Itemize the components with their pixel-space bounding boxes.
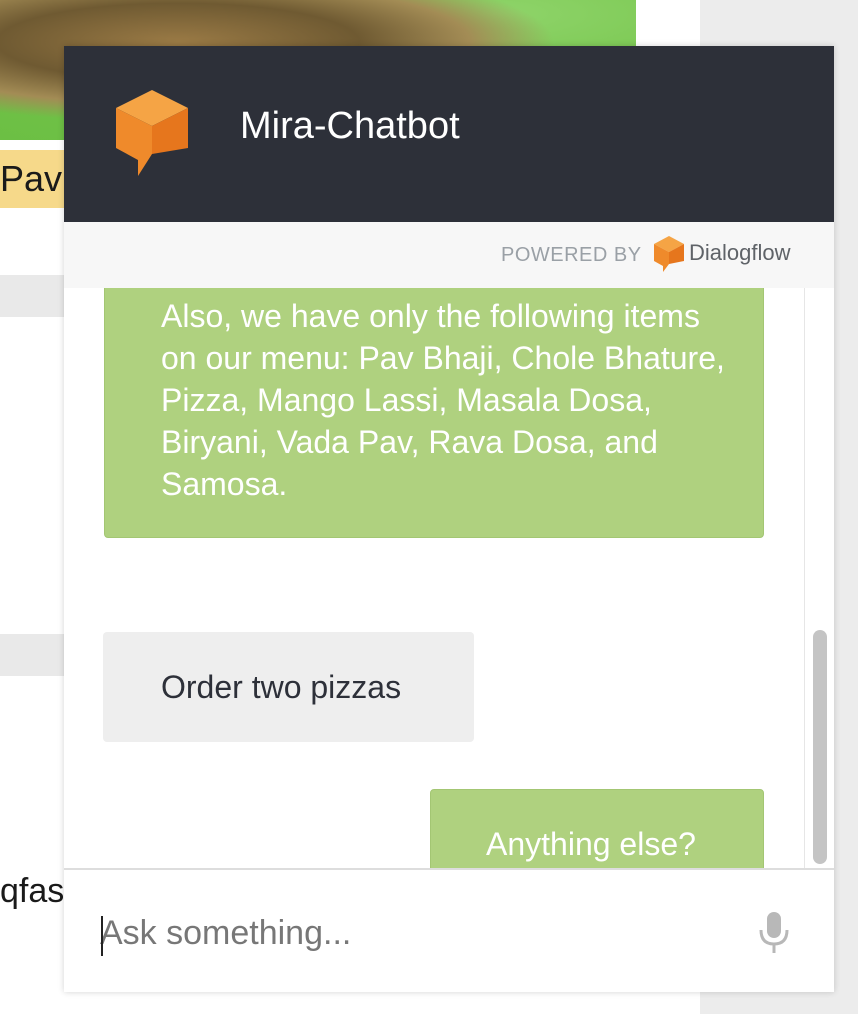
dialogflow-link[interactable]: Dialogflow — [689, 240, 791, 266]
agent-message: Anything else? — [430, 789, 764, 868]
message-scrollbar[interactable] — [810, 288, 830, 868]
user-message: Order two pizzas — [103, 632, 474, 742]
chat-header: Mira-Chatbot — [64, 46, 834, 222]
dialogflow-cube-icon — [116, 90, 188, 176]
text-caret — [101, 916, 103, 956]
microphone-icon[interactable] — [754, 910, 794, 956]
scrollbar-thumb[interactable] — [813, 630, 827, 864]
agent-message: Also, we have only the following items o… — [104, 288, 764, 538]
agent-message-text: Anything else? — [486, 826, 696, 862]
chat-title: Mira-Chatbot — [240, 105, 460, 147]
user-message-text: Order two pizzas — [161, 669, 402, 705]
powered-by-label: POWERED BY — [501, 244, 642, 266]
powered-by-bar: POWERED BY Dialogflow — [64, 222, 834, 288]
food-image-label: Pav — [0, 150, 71, 208]
chat-widget: Mira-Chatbot POWERED BY Dialogflow Also,… — [64, 46, 834, 992]
background-divider — [0, 634, 70, 676]
input-bar — [64, 868, 834, 992]
agent-message-text: Also, we have only the following items o… — [161, 298, 725, 502]
background-divider — [0, 275, 70, 317]
background-text: qfas — [0, 872, 65, 910]
dialogflow-logo-icon — [654, 236, 684, 272]
message-list[interactable]: Also, we have only the following items o… — [64, 288, 834, 868]
scroll-divider — [804, 288, 805, 868]
ask-input[interactable] — [100, 910, 720, 956]
